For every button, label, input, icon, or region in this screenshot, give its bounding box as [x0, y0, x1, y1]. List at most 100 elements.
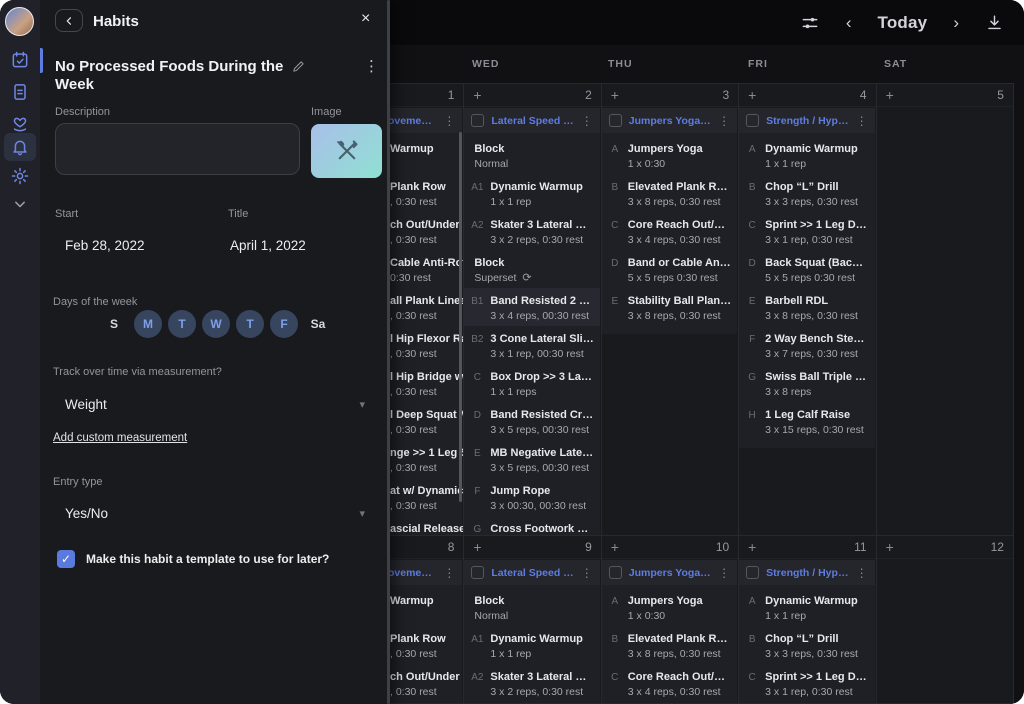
habit-image-thumbnail[interactable]: [311, 124, 382, 178]
workout-menu-kebab-icon[interactable]: ⋮: [581, 114, 593, 128]
chevron-down-icon[interactable]: [10, 194, 30, 214]
workout-checkbox[interactable]: [746, 114, 759, 127]
exercise-item[interactable]: B1Band Resisted 2 Step Late...3 x 4 reps…: [464, 288, 599, 326]
day-toggle-sa[interactable]: Sa: [304, 310, 332, 338]
end-date-value[interactable]: April 1, 2022: [230, 238, 306, 253]
workout-card[interactable]: Strength / Hypertro... ⋮ ADynamic Warmup1 …: [739, 108, 874, 448]
avatar[interactable]: [5, 7, 34, 36]
add-workout-icon[interactable]: +: [473, 540, 481, 554]
exercise-item[interactable]: CCore Reach Out/Under3 x 4 reps, 0:30 re…: [602, 212, 737, 250]
exercise-item[interactable]: A2Skater 3 Lateral Hops >> ...3 x 2 reps…: [464, 664, 599, 702]
next-week-button[interactable]: ›: [953, 14, 959, 31]
exercise-item[interactable]: BChop “L” Drill3 x 3 reps, 0:30 rest: [739, 626, 874, 664]
back-button[interactable]: [55, 9, 83, 32]
prev-week-button[interactable]: ‹: [846, 14, 852, 31]
add-workout-icon[interactable]: +: [886, 540, 894, 554]
workout-checkbox[interactable]: [609, 114, 622, 127]
template-checkbox-checked[interactable]: ✓: [57, 550, 75, 568]
day-toggle-t[interactable]: T: [236, 310, 264, 338]
day-cell[interactable]: +2Lateral Speed / Plyo⋮BlockNormalA1Dyna…: [464, 84, 601, 536]
workout-card[interactable]: Jumpers Yoga / Core⋮AJumpers Yoga1 x 0:3…: [602, 560, 737, 704]
close-icon[interactable]: ×: [361, 10, 370, 28]
workout-menu-kebab-icon[interactable]: ⋮: [856, 566, 868, 580]
exercise-item[interactable]: BElevated Plank Row3 x 8 reps, 0:30 rest: [602, 626, 737, 664]
day-toggle-t[interactable]: T: [168, 310, 196, 338]
workout-card[interactable]: Strength / Hypertro... ⋮ ADynamic Warmup1 …: [739, 560, 874, 704]
measurement-select[interactable]: Weight ▾: [65, 397, 365, 412]
day-cell[interactable]: +3Jumpers Yoga / Core⋮AJumpers Yoga1 x 0…: [602, 84, 739, 536]
exercise-item[interactable]: EBarbell RDL3 x 8 reps, 0:30 rest: [739, 288, 874, 326]
exercise-item[interactable]: CCore Reach Out/Under3 x 4 reps, 0:30 re…: [602, 664, 737, 702]
exercise-item[interactable]: EMB Negative Lateral Hop...3 x 5 reps, 0…: [464, 440, 599, 478]
add-custom-measurement-link[interactable]: Add custom measurement: [53, 432, 187, 444]
exercise-item[interactable]: CSprint >> 1 Leg Declarations3 x 1 rep, …: [739, 664, 874, 702]
description-input[interactable]: [55, 123, 300, 175]
add-workout-icon[interactable]: +: [748, 540, 756, 554]
exercise-item[interactable]: GCross Footwork Jump Rope3 x 00:30, 00:3…: [464, 516, 599, 536]
day-toggle-w[interactable]: W: [202, 310, 230, 338]
workout-title[interactable]: Strength / Hypertro...: [766, 115, 848, 127]
add-workout-icon[interactable]: +: [886, 88, 894, 102]
today-button[interactable]: Today: [878, 14, 928, 31]
exercise-item[interactable]: ADynamic Warmup1 x 1 rep: [739, 136, 874, 174]
start-date-value[interactable]: Feb 28, 2022: [65, 238, 145, 253]
exercise-item[interactable]: AJumpers Yoga1 x 0:30: [602, 588, 737, 626]
download-icon[interactable]: [985, 13, 1004, 32]
day-toggle-f[interactable]: F: [270, 310, 298, 338]
workout-checkbox[interactable]: [471, 114, 484, 127]
workout-title[interactable]: ovement Q...: [388, 567, 436, 579]
workout-menu-kebab-icon[interactable]: ⋮: [856, 114, 868, 128]
add-workout-icon[interactable]: +: [473, 88, 481, 102]
workout-menu-kebab-icon[interactable]: ⋮: [443, 114, 455, 128]
day-toggle-s[interactable]: S: [100, 310, 128, 338]
workout-title[interactable]: Strength / Hypertro...: [766, 567, 848, 579]
entry-type-select[interactable]: Yes/No ▾: [65, 506, 365, 521]
add-workout-icon[interactable]: +: [611, 88, 619, 102]
workout-checkbox[interactable]: [746, 566, 759, 579]
workout-card[interactable]: Lateral Speed / Plyo⋮BlockNormalA1Dynami…: [464, 108, 599, 536]
heart-hands-icon[interactable]: [10, 113, 30, 133]
exercise-item[interactable]: A1Dynamic Warmup1 x 1 rep: [464, 174, 599, 212]
exercise-item[interactable]: GSwiss Ball Triple Threat3 x 8 reps: [739, 364, 874, 402]
day-cell[interactable]: +5: [877, 84, 1014, 536]
day-cell[interactable]: +12: [877, 536, 1014, 704]
workout-card[interactable]: Jumpers Yoga / Core⋮AJumpers Yoga1 x 0:3…: [602, 108, 737, 334]
day-cell[interactable]: +10Jumpers Yoga / Core⋮AJumpers Yoga1 x …: [602, 536, 739, 704]
exercise-item[interactable]: DBack Squat (Back Off Set)5 x 5 reps 0:3…: [739, 250, 874, 288]
workout-menu-kebab-icon[interactable]: ⋮: [581, 566, 593, 580]
add-workout-icon[interactable]: +: [748, 88, 756, 102]
exercise-item[interactable]: B23 Cone Lateral Slide3 x 1 rep, 00:30 r…: [464, 326, 599, 364]
workout-menu-kebab-icon[interactable]: ⋮: [718, 566, 730, 580]
day-cell[interactable]: +4Strength / Hypertro...⋮ADynamic Warmup…: [739, 84, 876, 536]
workout-title[interactable]: Lateral Speed / Plyo: [491, 567, 573, 579]
exercise-item[interactable]: DBand or Cable Anti Rotati...5 x 5 reps …: [602, 250, 737, 288]
exercise-item[interactable]: F2 Way Bench Step Up3 x 7 reps, 0:30 res…: [739, 326, 874, 364]
exercise-item[interactable]: H1 Leg Calf Raise3 x 15 reps, 0:30 rest: [739, 402, 874, 440]
exercise-item[interactable]: BElevated Plank Row3 x 8 reps, 0:30 rest: [602, 174, 737, 212]
workout-card[interactable]: Lateral Speed / Plyo⋮BlockNormalA1Dynami…: [464, 560, 599, 704]
workout-menu-kebab-icon[interactable]: ⋮: [718, 114, 730, 128]
exercise-item[interactable]: AJumpers Yoga1 x 0:30: [602, 136, 737, 174]
day-toggle-m[interactable]: M: [134, 310, 162, 338]
habit-menu-kebab-icon[interactable]: ⋮: [364, 57, 379, 75]
workout-menu-kebab-icon[interactable]: ⋮: [443, 566, 455, 580]
workout-title[interactable]: Lateral Speed / Plyo: [491, 115, 573, 127]
workout-title[interactable]: ovement Q...: [388, 115, 436, 127]
exercise-item[interactable]: FJump Rope3 x 00:30, 00:30 rest: [464, 478, 599, 516]
day-cell[interactable]: +9Lateral Speed / Plyo⋮BlockNormalA1Dyna…: [464, 536, 601, 704]
day-cell[interactable]: +11Strength / Hypertro...⋮ADynamic Warmu…: [739, 536, 876, 704]
exercise-item[interactable]: DBand Resisted Crossover...3 x 5 reps, 0…: [464, 402, 599, 440]
exercise-item[interactable]: CBox Drop >> 3 Lateral H...1 x 1 reps: [464, 364, 599, 402]
cell-scrollbar[interactable]: [459, 132, 462, 502]
exercise-item[interactable]: BChop “L” Drill3 x 3 reps, 0:30 rest: [739, 174, 874, 212]
exercise-item[interactable]: CSprint >> 1 Leg Declarations3 x 1 rep, …: [739, 212, 874, 250]
exercise-item[interactable]: ADynamic Warmup1 x 1 rep: [739, 588, 874, 626]
workout-checkbox[interactable]: [609, 566, 622, 579]
edit-pencil-icon[interactable]: [291, 59, 306, 74]
document-icon[interactable]: [10, 82, 30, 102]
bell-icon[interactable]: [10, 137, 30, 157]
exercise-item[interactable]: A2Skater 3 Lateral Hops >> ...3 x 2 reps…: [464, 212, 599, 250]
calendar-check-icon[interactable]: [10, 50, 30, 70]
exercise-item[interactable]: A1Dynamic Warmup1 x 1 rep: [464, 626, 599, 664]
gear-icon[interactable]: [10, 166, 30, 186]
